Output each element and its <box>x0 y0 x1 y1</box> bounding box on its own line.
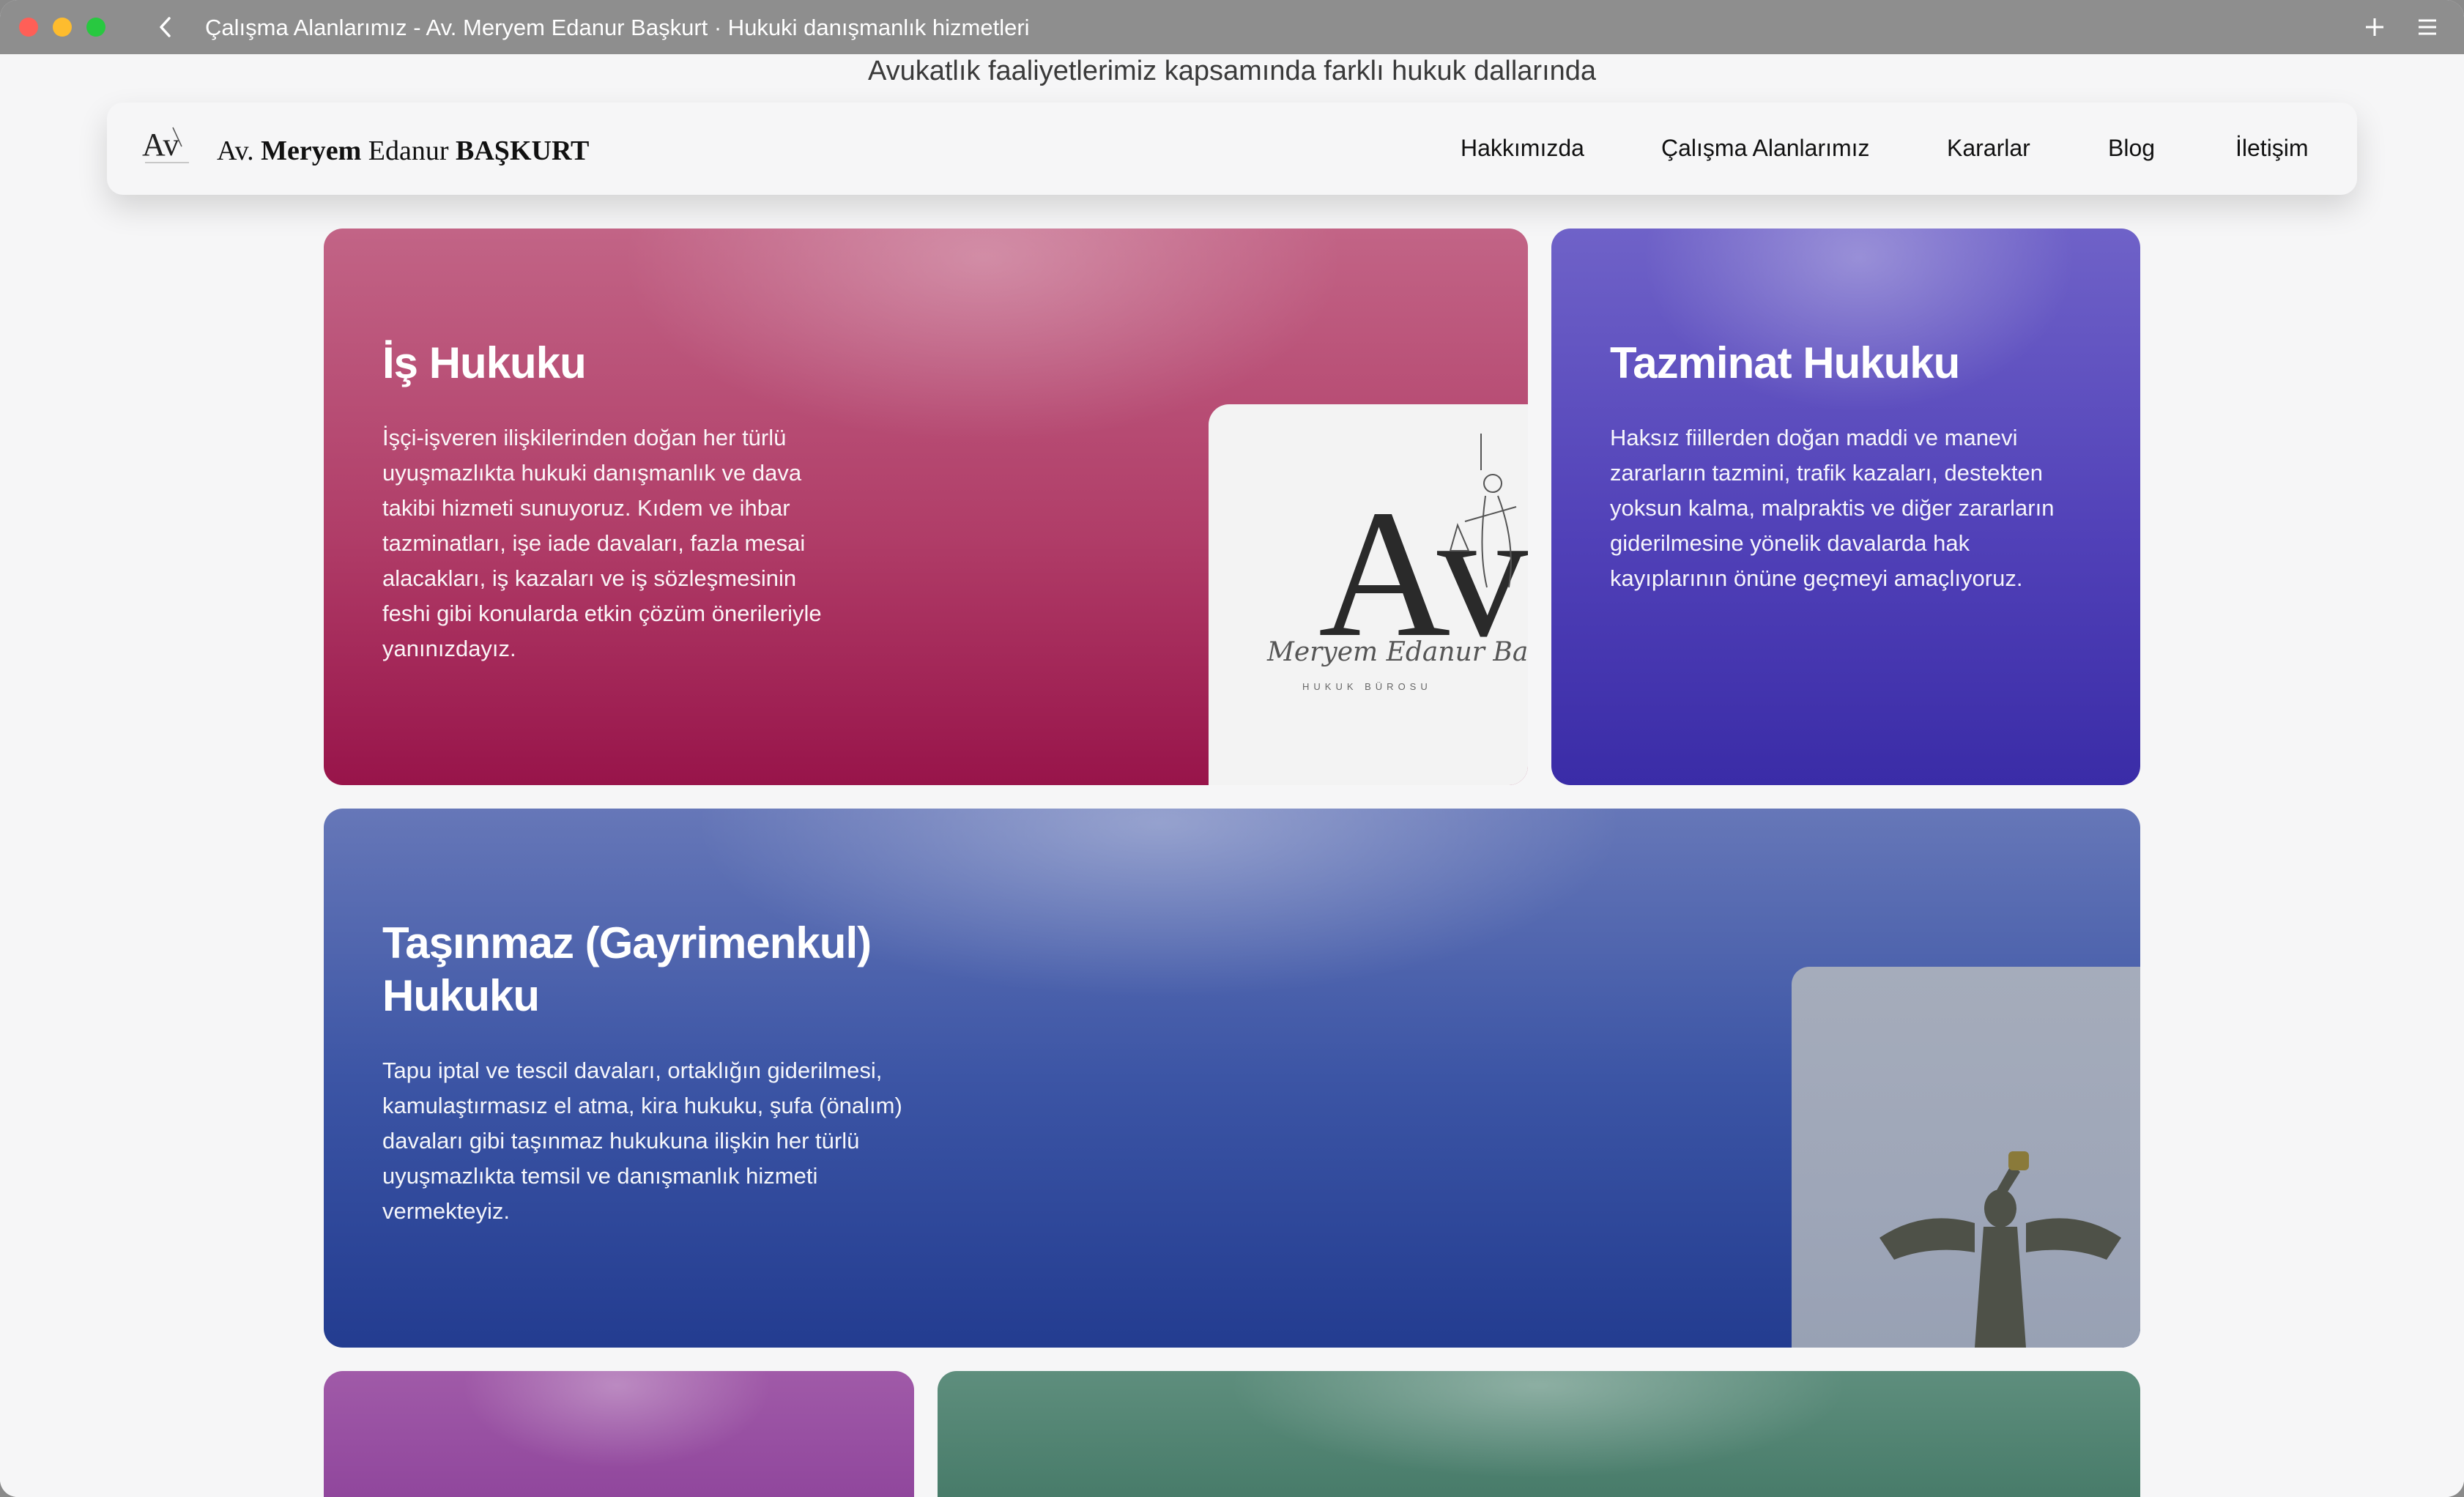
brand-name[interactable]: Av. Meryem Edanur BAŞKURT <box>217 135 589 167</box>
practice-card-tasinmaz-hukuku[interactable]: Taşınmaz (Gayrimenkul) Hukuku Tapu iptal… <box>324 809 2140 1348</box>
law-office-logo-image: Av Meryem Edanur Ba HUKUK BÜROSU <box>1209 404 1528 785</box>
card-title: Tazminat Hukuku <box>1610 338 1960 387</box>
logo-icon: Av <box>142 127 189 163</box>
card-description: Haksız fiillerden doğan maddi ve manevi … <box>1610 425 2055 591</box>
back-button[interactable] <box>151 10 180 44</box>
brand-middle-name: Edanur <box>368 135 449 166</box>
svg-text:Meryem Edanur Ba: Meryem Edanur Ba <box>1266 637 1528 667</box>
hamburger-icon <box>2419 19 2436 35</box>
brand-prefix: Av. <box>217 135 254 166</box>
brand-first-name: Meryem <box>261 135 362 166</box>
brand-last-name: BAŞKURT <box>456 135 590 166</box>
card-title: İş Hukuku <box>382 338 587 387</box>
justice-statue-image <box>1792 967 2140 1348</box>
practice-card-green[interactable] <box>938 1371 2140 1497</box>
chevron-left-icon <box>160 17 171 37</box>
practice-card-purple[interactable] <box>324 1371 914 1497</box>
window-title: Çalışma Alanlarımız - Av. Meryem Edanur … <box>205 15 1030 40</box>
page-content: Avukatlık faaliyetlerimiz kapsamında far… <box>0 54 2464 1497</box>
card-description: Tapu iptal ve tescil davaları, ortaklığı… <box>382 1058 902 1224</box>
menu-button[interactable] <box>2413 10 2442 44</box>
practice-card-tazminat-hukuku[interactable]: Tazminat Hukuku Haksız fiillerden doğan … <box>1551 229 2140 785</box>
svg-text:Av: Av <box>142 127 179 163</box>
plus-icon <box>2366 18 2383 36</box>
browser-window: Çalışma Alanlarımız - Av. Meryem Edanur … <box>0 0 2464 1497</box>
new-tab-button[interactable] <box>2360 10 2389 44</box>
site-navbar: Av Av. Meryem Edanur BAŞKURT Hakkımızda … <box>107 103 2357 195</box>
nav-link-hakkimizda[interactable]: Hakkımızda <box>1461 135 1584 162</box>
site-logo[interactable]: Av <box>138 120 193 171</box>
close-window-button[interactable] <box>19 18 38 37</box>
minimize-window-button[interactable] <box>53 18 72 37</box>
nav-link-calisma-alanlarimiz[interactable]: Çalışma Alanlarımız <box>1661 135 1870 162</box>
nav-link-iletisim[interactable]: İletişim <box>2235 135 2309 162</box>
card-title: Taşınmaz (Gayrimenkul) Hukuku <box>382 918 872 1020</box>
law-office-logo-art: Av Meryem Edanur Ba HUKUK BÜROSU <box>1266 434 1528 692</box>
svg-text:HUKUK BÜROSU: HUKUK BÜROSU <box>1302 681 1432 692</box>
nav-link-kararlar[interactable]: Kararlar <box>1947 135 2030 162</box>
maximize-window-button[interactable] <box>86 18 105 37</box>
page-subtitle: Avukatlık faaliyetlerimiz kapsamında far… <box>867 56 1597 86</box>
statue-icon <box>1879 1151 2121 1348</box>
nav-link-blog[interactable]: Blog <box>2108 135 2155 162</box>
practice-card-is-hukuku[interactable]: İş Hukuku İşçi-işveren ilişkilerinden do… <box>324 229 1528 785</box>
card-description: İşçi-işveren ilişkilerinden doğan her tü… <box>382 425 822 661</box>
title-bar: Çalışma Alanlarımız - Av. Meryem Edanur … <box>0 0 2464 54</box>
